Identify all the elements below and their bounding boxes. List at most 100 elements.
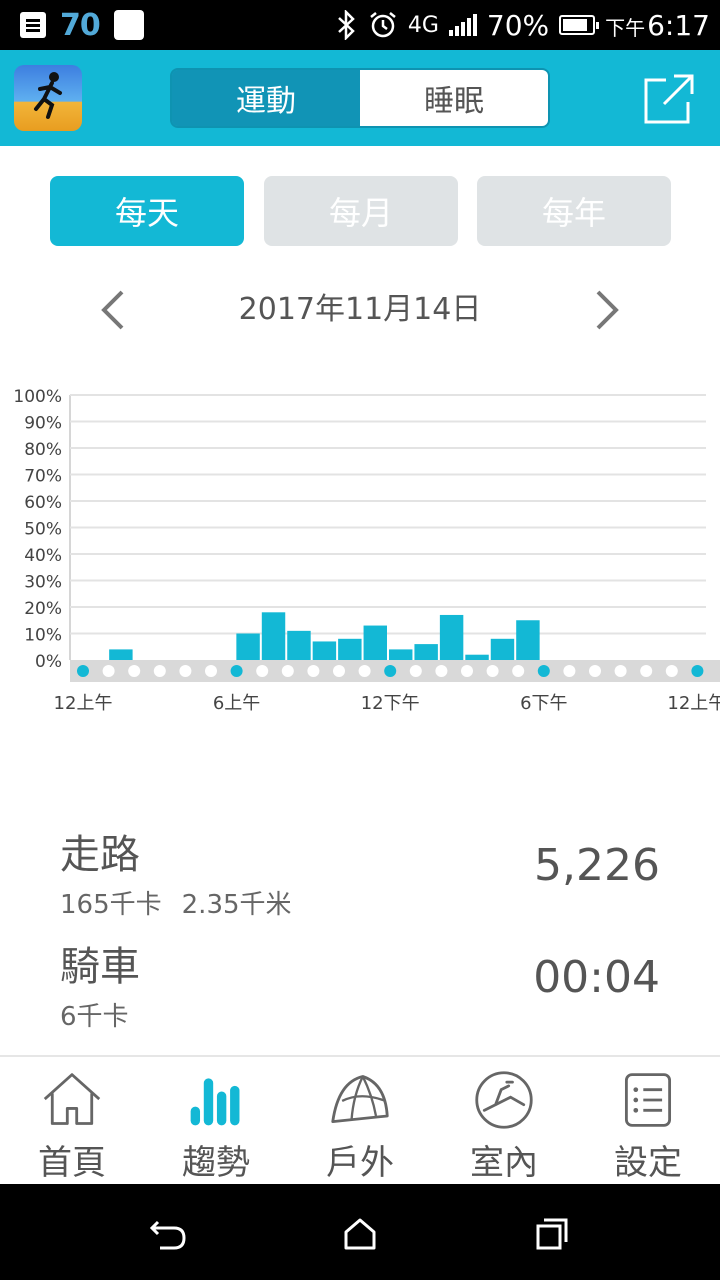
tab-yearly[interactable]: 每年 (477, 176, 671, 246)
tab-sleep[interactable]: 睡眠 (360, 70, 548, 126)
bar (287, 630, 311, 660)
bluetooth-icon (337, 10, 355, 40)
y-tick-label: 0% (35, 652, 62, 672)
timeline-dot (665, 665, 678, 677)
trend-bars-icon (190, 1078, 240, 1126)
home-system-icon[interactable] (340, 1214, 380, 1254)
timeline-dot (614, 665, 627, 677)
timeline-dot (256, 665, 269, 677)
walking-steps: 5,226 (534, 840, 660, 891)
timeline-dot (179, 665, 192, 677)
timeline-dot (205, 665, 217, 677)
cycling-duration: 00:04 (533, 952, 660, 1003)
nav-outdoor[interactable]: 戶外 (288, 1057, 432, 1184)
back-icon[interactable] (148, 1214, 188, 1254)
y-tick-label: 30% (24, 573, 62, 593)
timeline-dot (461, 665, 473, 677)
timeline-dot (281, 665, 294, 677)
timeline-dot (512, 665, 525, 677)
notification-icon (20, 12, 46, 38)
share-external-icon[interactable] (640, 70, 698, 128)
timeline-dot (102, 665, 115, 677)
y-tick-label: 40% (24, 546, 62, 566)
timeline-dot (563, 665, 576, 677)
battery-percent: 70% (486, 8, 550, 42)
network-type: 4G (407, 12, 439, 38)
y-tick-label: 60% (24, 493, 62, 513)
bar (490, 638, 515, 660)
app-notification-icon (113, 10, 144, 40)
bar (465, 654, 489, 660)
tab-monthly[interactable]: 每月 (264, 176, 458, 246)
x-tick-label: 6上午 (213, 693, 260, 714)
tent-icon (331, 1075, 389, 1124)
settings-list-icon (624, 1073, 672, 1127)
bar (439, 614, 464, 660)
timeline-dot (435, 665, 448, 677)
chevron-left-icon[interactable] (98, 288, 128, 332)
bottom-nav: 首頁 趨勢 戶外 室內 設定 (0, 1055, 720, 1184)
nav-trends[interactable]: 趨勢 (144, 1057, 288, 1184)
chevron-right-icon[interactable] (592, 288, 622, 332)
indoor-gym-icon (475, 1071, 533, 1129)
timeline-major-dot (77, 665, 89, 677)
y-tick-label: 80% (24, 440, 62, 460)
alarm-icon (370, 12, 396, 38)
bar (389, 649, 413, 660)
tab-daily[interactable]: 每天 (50, 176, 244, 246)
timeline-dot (640, 665, 653, 677)
y-tick-label: 100% (13, 387, 62, 407)
timeline-dot (128, 665, 141, 677)
timeline-dot (589, 665, 601, 677)
bar (414, 644, 438, 660)
y-tick-label: 20% (24, 599, 62, 619)
clock: 下午6:17 (605, 8, 710, 42)
timeline-dot (307, 665, 320, 677)
tab-exercise[interactable]: 運動 (172, 70, 360, 126)
y-tick-label: 50% (24, 520, 62, 540)
timeline-dot (409, 665, 422, 677)
nav-settings[interactable]: 設定 (576, 1057, 720, 1184)
timeline-major-dot (384, 665, 397, 677)
timeline-dot (333, 665, 345, 677)
mode-switch: 運動 睡眠 (170, 68, 550, 128)
nav-home-label: 首頁 (38, 1143, 106, 1183)
bar (236, 633, 260, 660)
nav-indoor[interactable]: 室內 (432, 1057, 576, 1184)
nav-trends-label: 趨勢 (182, 1143, 250, 1183)
x-tick-label: 12上午 (54, 693, 113, 714)
timeline-dot (153, 665, 166, 677)
bar (109, 649, 133, 660)
notification-count: 70 (60, 7, 101, 43)
timeline-dot (358, 665, 371, 677)
app-header: 運動 睡眠 (0, 50, 720, 146)
bar (363, 625, 387, 660)
timeline-major-dot (691, 665, 704, 677)
bar (338, 638, 362, 660)
bar (261, 612, 286, 660)
cycling-summary: 騎車 6千卡 00:04 (60, 934, 660, 1033)
home-icon (43, 1073, 101, 1125)
timeline-dot (486, 665, 499, 677)
walking-calories: 165千卡 (60, 890, 162, 920)
walking-summary: 走路 165千卡 2.35千米 5,226 (60, 822, 660, 921)
y-tick-label: 10% (24, 626, 62, 646)
bar (312, 641, 337, 660)
x-tick-label: 12下午 (361, 693, 420, 714)
y-tick-label: 90% (24, 414, 62, 434)
app-logo-icon (14, 65, 82, 131)
nav-home[interactable]: 首頁 (0, 1057, 144, 1184)
x-tick-label: 12上午 (667, 693, 720, 714)
activity-chart: 100% 90% 80% 70% 60% 50% 40% 30% 20% 10% 0% 12上午 6上午… (13, 387, 720, 714)
nav-settings-label: 設定 (614, 1143, 682, 1183)
timeline-major-dot (537, 665, 550, 677)
status-bar: 70 4G 70% 下午6:17 (0, 0, 720, 50)
x-tick-label: 6下午 (520, 693, 567, 714)
signal-icon (448, 14, 477, 36)
walking-distance: 2.35千米 (181, 890, 292, 920)
system-nav-bar (0, 1184, 720, 1280)
recent-apps-icon[interactable] (532, 1214, 572, 1254)
battery-icon (559, 15, 600, 35)
timeline-major-dot (230, 665, 243, 677)
bar (516, 620, 540, 660)
